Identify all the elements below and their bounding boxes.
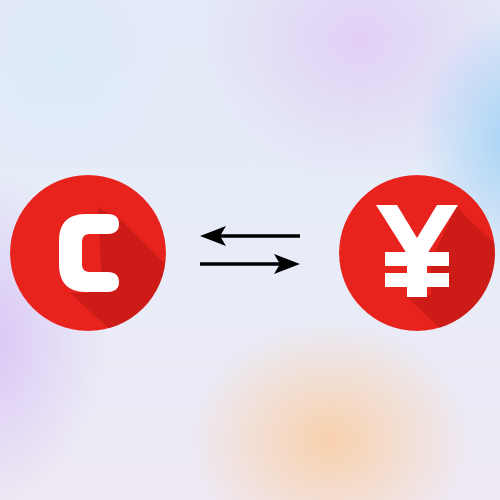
yen-coin-icon	[339, 175, 495, 331]
csc-coin-icon	[10, 175, 166, 331]
swap-arrows-icon	[196, 224, 304, 276]
